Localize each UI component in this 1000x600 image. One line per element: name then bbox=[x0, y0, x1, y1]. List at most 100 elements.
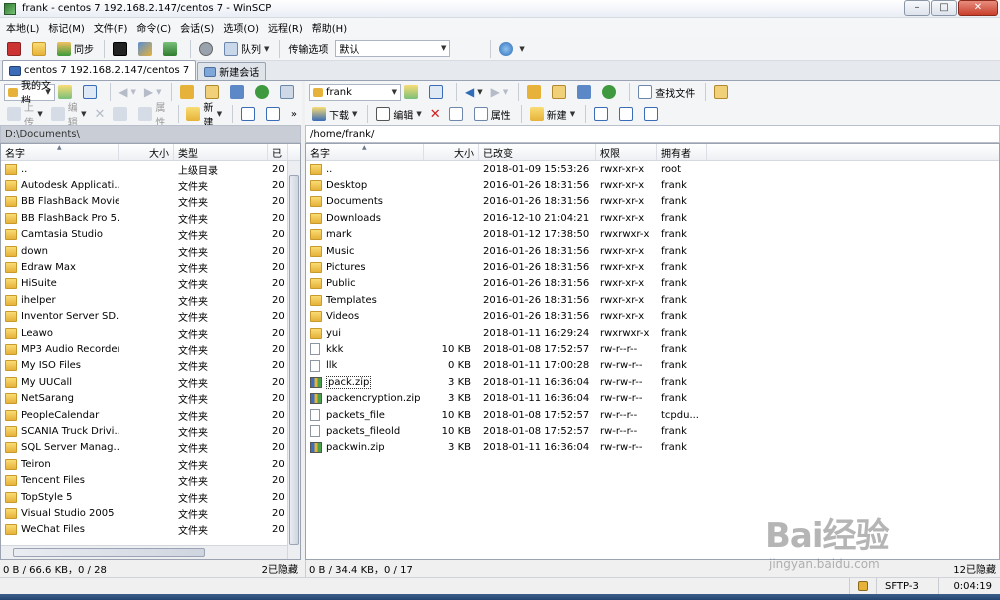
minimize-button[interactable]: – bbox=[904, 0, 930, 16]
table-row[interactable]: yui 2018-01-11 16:29:24 rwxrwxr-x frank bbox=[306, 325, 999, 341]
right-home-button[interactable] bbox=[574, 82, 597, 102]
download-button[interactable]: 下载 ▼ bbox=[309, 104, 360, 124]
menu-options[interactable]: 选项(O) bbox=[223, 20, 259, 35]
table-row[interactable]: mark 2018-01-12 17:38:50 rwxrwxr-x frank bbox=[306, 227, 999, 243]
right-unselect-button[interactable] bbox=[616, 104, 639, 124]
right-root-dir-button[interactable] bbox=[549, 82, 572, 102]
add-button[interactable] bbox=[4, 39, 27, 59]
table-row[interactable]: Public 2016-01-26 18:31:56 rwxr-xr-x frank bbox=[306, 276, 999, 292]
table-row[interactable]: Videos 2016-01-26 18:31:56 rwxr-xr-x frank bbox=[306, 309, 999, 325]
tab-new-session[interactable]: 新建会话 bbox=[197, 62, 267, 80]
left-col-changed[interactable]: 已 bbox=[268, 144, 288, 160]
left-home-button[interactable] bbox=[227, 82, 250, 102]
table-row[interactable]: Music 2016-01-26 18:31:56 rwxr-xr-x frank bbox=[306, 243, 999, 259]
find-files-button[interactable]: 查找文件 bbox=[635, 82, 698, 102]
table-row[interactable]: Pictures 2016-01-26 18:31:56 rwxr-xr-x fran… bbox=[306, 259, 999, 275]
synchronize-button[interactable]: 同步 bbox=[54, 39, 97, 59]
right-filter-select-button[interactable] bbox=[641, 104, 664, 124]
putty-button[interactable] bbox=[135, 39, 158, 59]
close-button[interactable]: ✕ bbox=[958, 0, 998, 16]
left-col-name[interactable]: 名字 ▲ bbox=[1, 144, 119, 160]
menu-remote[interactable]: 远程(R) bbox=[268, 20, 303, 35]
left-col-type[interactable]: 类型 bbox=[174, 144, 268, 160]
left-back-button[interactable]: ◀ ▼ bbox=[115, 82, 139, 102]
right-delete-button[interactable]: ✕ bbox=[427, 104, 444, 124]
transfer-preset-select[interactable]: 默认 ▼ bbox=[335, 40, 451, 57]
table-row[interactable]: Autodesk Applicati... 文件夹 20 bbox=[1, 177, 300, 193]
menu-help[interactable]: 帮助(H) bbox=[312, 20, 347, 35]
table-row[interactable]: Teiron 文件夹 20 bbox=[1, 456, 300, 472]
left-vscroll-thumb[interactable] bbox=[289, 175, 299, 545]
table-row[interactable]: packets_fileold 10 KB 2018-01-08 17:52:57 r… bbox=[306, 423, 999, 439]
maximize-button[interactable]: □ bbox=[931, 0, 957, 16]
right-edit-button[interactable]: 编辑 ▼ bbox=[373, 104, 424, 124]
left-edit-button[interactable]: 编辑 ▼ bbox=[48, 103, 90, 129]
left-hscroll-thumb[interactable] bbox=[13, 548, 205, 557]
table-row[interactable]: Templates 2016-01-26 18:31:56 rwxr-xr-x fra… bbox=[306, 292, 999, 308]
left-parent-dir-button[interactable] bbox=[177, 82, 200, 102]
terminal-button[interactable] bbox=[110, 39, 133, 59]
left-delete-button[interactable]: ✕ bbox=[92, 104, 109, 124]
left-location-select[interactable]: 我的文档 ▼ bbox=[4, 81, 55, 107]
left-vertical-scrollbar[interactable] bbox=[287, 161, 300, 559]
table-row[interactable]: Documents 2016-01-26 18:31:56 rwxr-xr-x fra… bbox=[306, 194, 999, 210]
right-properties-button[interactable]: 属性 bbox=[471, 104, 514, 124]
left-unselect-button[interactable] bbox=[263, 104, 286, 124]
table-row[interactable]: .. 2018-01-09 15:53:26 rwxr-xr-x root bbox=[306, 161, 999, 177]
right-rename-button[interactable] bbox=[446, 104, 469, 124]
queue-button[interactable]: 队列 ▼ bbox=[221, 39, 272, 59]
table-row[interactable]: My UUCall 文件夹 20 bbox=[1, 374, 300, 390]
explore-button[interactable] bbox=[29, 39, 52, 59]
table-row[interactable]: kkk 10 KB 2018-01-08 17:52:57 rw-r--r-- fran… bbox=[306, 341, 999, 357]
right-col-rights[interactable]: 权限 bbox=[596, 144, 657, 160]
left-file-panel[interactable]: 名字 ▲ 大小 类型 已 .. 上级目录 20 Autodesk Applicati..… bbox=[0, 143, 301, 560]
right-col-name[interactable]: 名字 ▲ bbox=[306, 144, 424, 160]
left-more-button[interactable]: » bbox=[288, 104, 300, 124]
table-row[interactable]: Desktop 2016-01-26 18:31:56 rwxr-xr-x frank bbox=[306, 177, 999, 193]
right-forward-button[interactable]: ▶ ▼ bbox=[488, 82, 512, 102]
preferences-button[interactable] bbox=[196, 39, 219, 59]
table-row[interactable]: down 文件夹 20 bbox=[1, 243, 300, 259]
menu-commands[interactable]: 命令(C) bbox=[136, 20, 171, 35]
table-row[interactable]: Edraw Max 文件夹 20 bbox=[1, 259, 300, 275]
table-row[interactable]: llk 0 KB 2018-01-11 17:00:28 rw-rw-r-- frank bbox=[306, 358, 999, 374]
table-row[interactable]: Tencent Files 文件夹 20 bbox=[1, 472, 300, 488]
left-properties-button[interactable]: 属性 bbox=[135, 103, 170, 129]
right-location-select[interactable]: frank ▼ bbox=[309, 83, 401, 101]
table-row[interactable]: SQL Server Manag... 文件夹 20 bbox=[1, 440, 300, 456]
left-select-all-button[interactable] bbox=[238, 104, 261, 124]
table-row[interactable]: WeChat Files 文件夹 20 bbox=[1, 522, 300, 538]
keep-up-to-date-button[interactable] bbox=[160, 39, 183, 59]
right-refresh-button[interactable] bbox=[599, 82, 622, 102]
left-find-button[interactable] bbox=[277, 82, 300, 102]
table-row[interactable]: MP3 Audio Recorder 文件夹 20 bbox=[1, 341, 300, 357]
left-refresh-button[interactable] bbox=[252, 82, 275, 102]
right-filter-button[interactable] bbox=[426, 82, 449, 102]
left-new-button[interactable]: 新建 ▼ bbox=[183, 103, 225, 129]
table-row[interactable]: .. 上级目录 20 bbox=[1, 161, 300, 177]
menu-mark[interactable]: 标记(M) bbox=[48, 20, 84, 35]
right-col-changed[interactable]: 已改变 bbox=[479, 144, 596, 160]
menu-session[interactable]: 会话(S) bbox=[180, 20, 214, 35]
table-row[interactable]: Leawo 文件夹 20 bbox=[1, 325, 300, 341]
right-back-button[interactable]: ◀ ▼ bbox=[462, 82, 486, 102]
right-col-size[interactable]: 大小 bbox=[424, 144, 479, 160]
table-row[interactable]: My ISO Files 文件夹 20 bbox=[1, 358, 300, 374]
left-rename-button[interactable] bbox=[110, 104, 133, 124]
menu-local[interactable]: 本地(L) bbox=[6, 20, 39, 35]
table-row[interactable]: packencryption.zip 3 KB 2018-01-11 16:36:0… bbox=[306, 390, 999, 406]
table-row[interactable]: ihelper 文件夹 20 bbox=[1, 292, 300, 308]
right-select-all-button[interactable] bbox=[591, 104, 614, 124]
table-row[interactable]: SCANIA Truck Drivi... 文件夹 20 bbox=[1, 423, 300, 439]
table-row[interactable]: packets_file 10 KB 2018-01-08 17:52:57 rw-r… bbox=[306, 407, 999, 423]
table-row[interactable]: BB FlashBack Pro 5... 文件夹 20 bbox=[1, 210, 300, 226]
right-new-button[interactable]: 新建 ▼ bbox=[527, 104, 578, 124]
right-tree-button[interactable] bbox=[711, 82, 734, 102]
right-file-panel[interactable]: 名字 ▲ 大小 已改变 权限 拥有者 .. 2018-01-09 15:53:26 r… bbox=[305, 143, 1000, 560]
right-open-folder-button[interactable] bbox=[401, 82, 424, 102]
left-col-size[interactable]: 大小 bbox=[119, 144, 174, 160]
table-row[interactable]: Inventor Server SD... 文件夹 20 bbox=[1, 309, 300, 325]
left-filter-button[interactable] bbox=[80, 82, 103, 102]
menu-file[interactable]: 文件(F) bbox=[94, 20, 128, 35]
table-row[interactable]: Downloads 2016-12-10 21:04:21 rwxr-xr-x fra… bbox=[306, 210, 999, 226]
